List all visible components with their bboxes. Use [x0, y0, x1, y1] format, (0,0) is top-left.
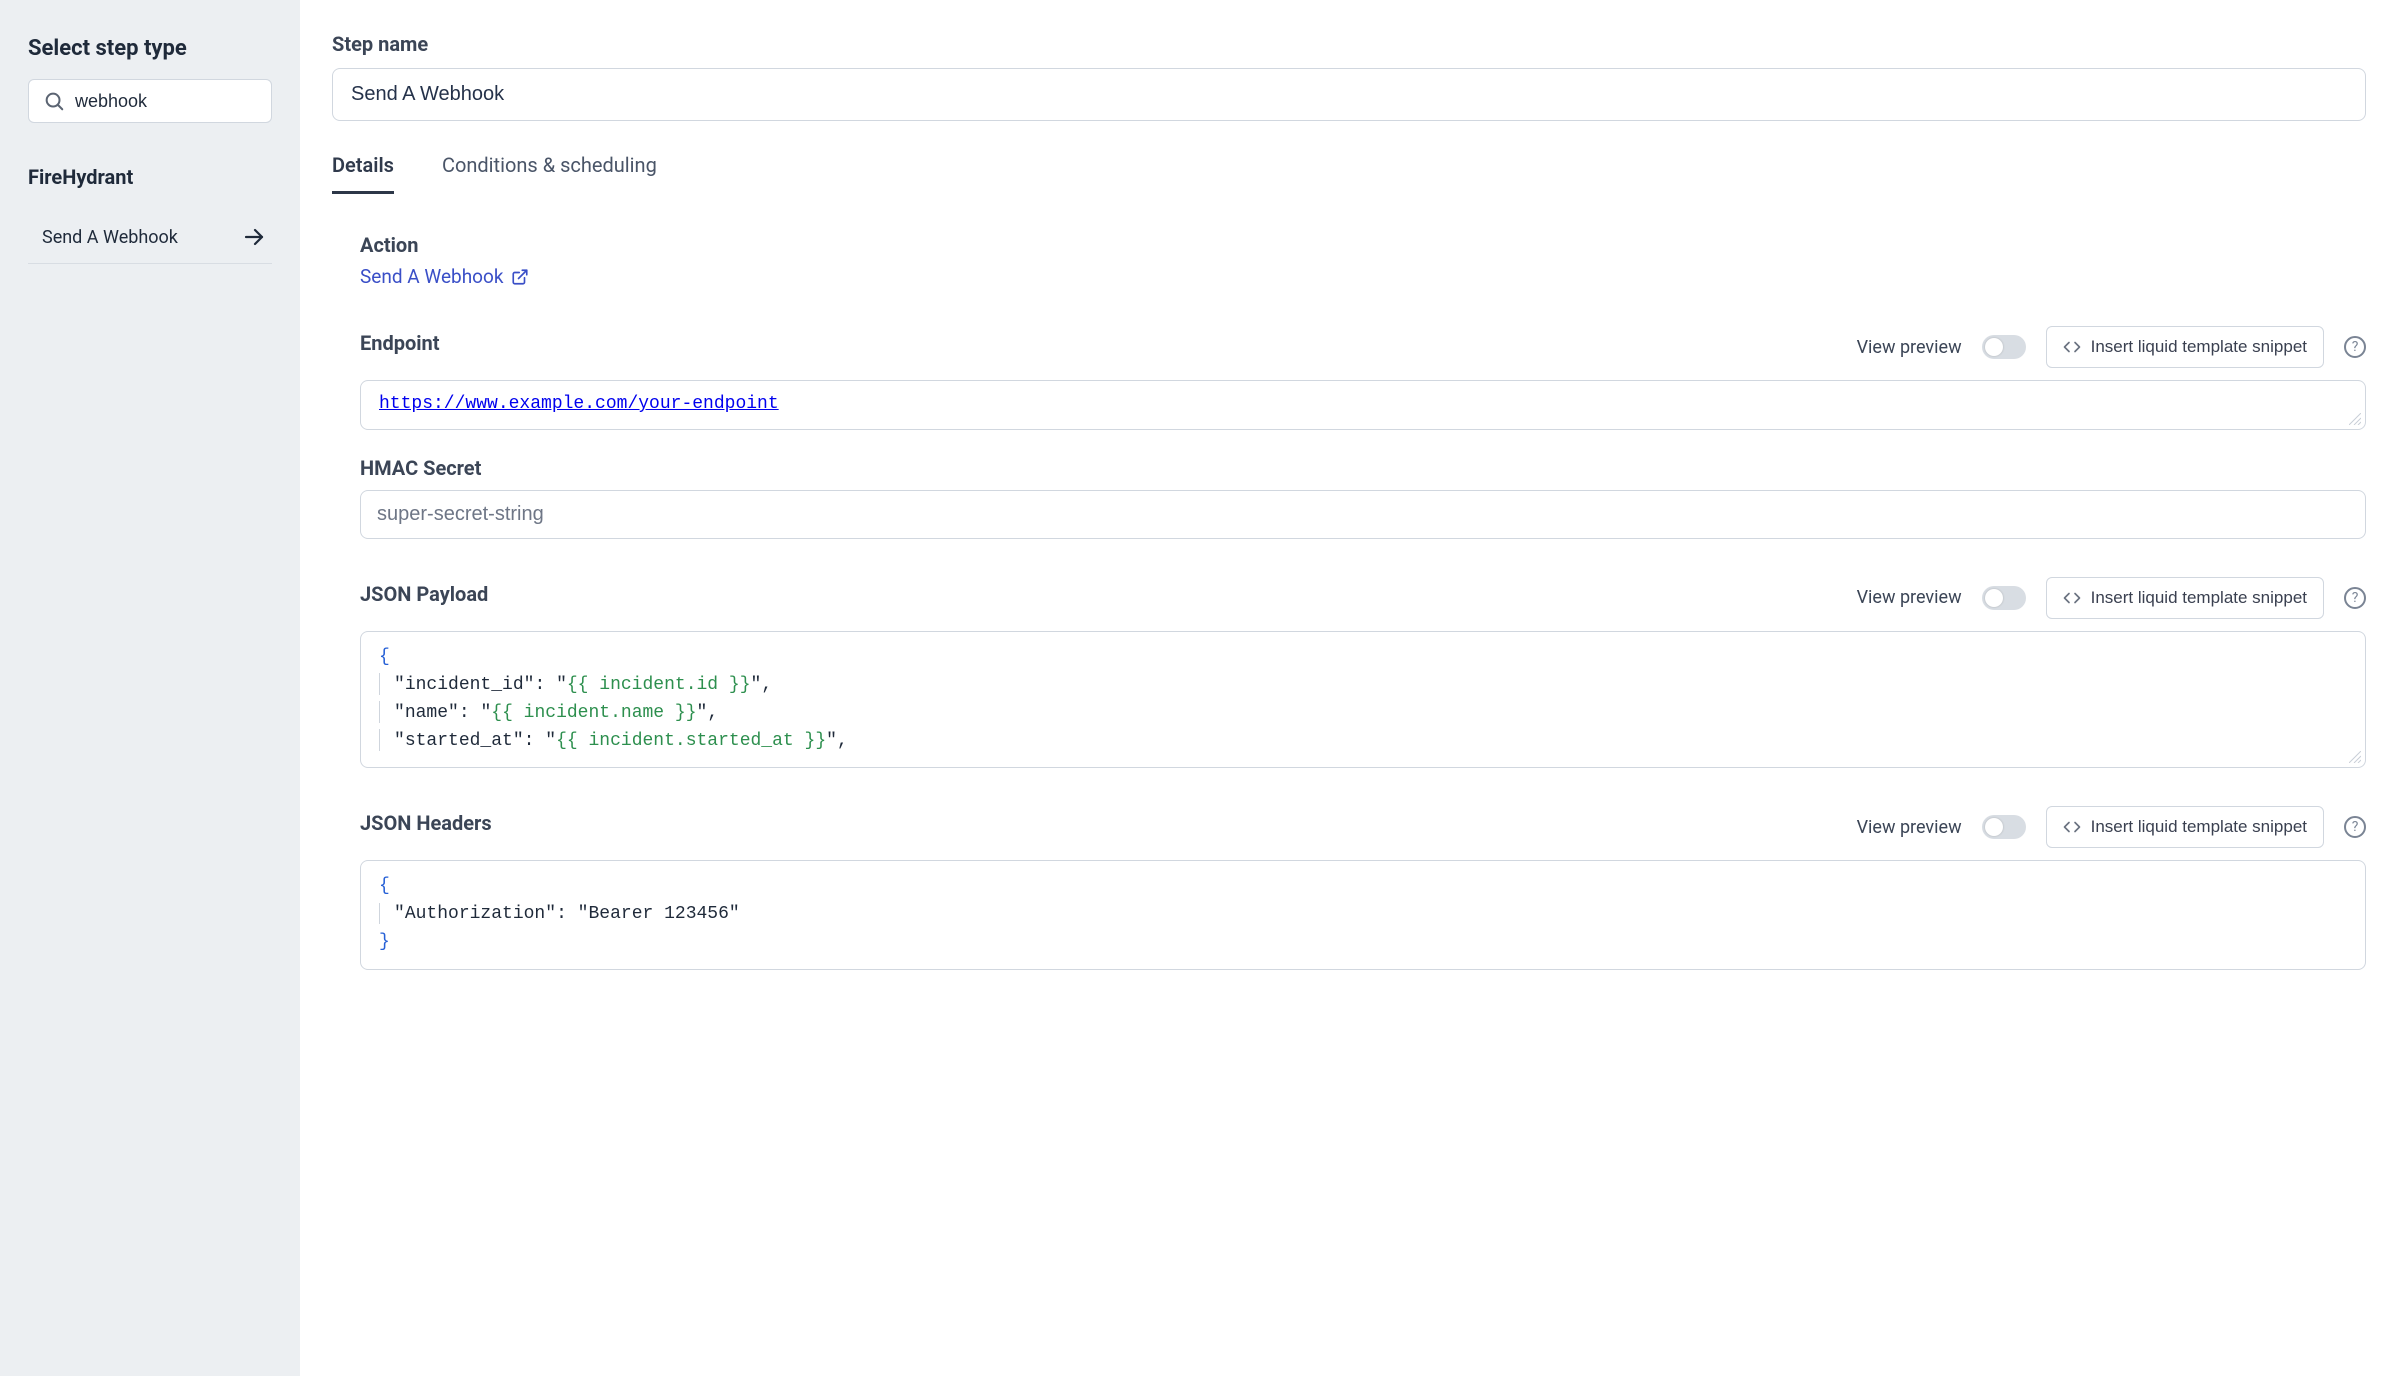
json-headers-insert-snippet-label: Insert liquid template snippet	[2091, 817, 2307, 837]
code-icon	[2063, 338, 2081, 356]
main-panel: Step name Details Conditions & schedulin…	[300, 0, 2394, 1376]
sidebar-item-send-webhook[interactable]: Send A Webhook	[28, 211, 272, 264]
json-payload-label: JSON Payload	[360, 582, 1839, 606]
json-payload-help-icon[interactable]: ?	[2344, 587, 2366, 609]
section-hmac-secret: HMAC Secret	[360, 456, 2366, 539]
section-endpoint: Endpoint View preview Insert liquid temp…	[360, 326, 2366, 430]
arrow-right-icon	[242, 225, 266, 249]
resize-handle-icon[interactable]	[2349, 751, 2361, 763]
json-payload-code[interactable]: { "incident_id": "{{ incident.id }}", "n…	[361, 632, 2365, 768]
search-input[interactable]	[75, 91, 257, 112]
json-headers-editor[interactable]: { "Authorization": "Bearer 123456" }	[360, 860, 2366, 970]
endpoint-label: Endpoint	[360, 331, 1839, 355]
endpoint-help-icon[interactable]: ?	[2344, 336, 2366, 358]
search-input-wrap[interactable]	[28, 79, 272, 123]
section-json-payload: JSON Payload View preview Insert liquid …	[360, 577, 2366, 769]
action-heading: Action	[360, 233, 2366, 257]
step-name-label: Step name	[332, 32, 2366, 56]
external-link-icon	[511, 268, 529, 286]
sidebar-item-label: Send A Webhook	[42, 227, 178, 248]
json-headers-view-preview-label: View preview	[1857, 817, 1962, 838]
tab-conditions-scheduling[interactable]: Conditions & scheduling	[442, 153, 657, 194]
endpoint-view-preview-toggle[interactable]	[1982, 335, 2026, 359]
json-headers-insert-snippet-button[interactable]: Insert liquid template snippet	[2046, 806, 2324, 848]
endpoint-insert-snippet-label: Insert liquid template snippet	[2091, 337, 2307, 357]
tabs: Details Conditions & scheduling	[332, 153, 2366, 195]
code-icon	[2063, 589, 2081, 607]
section-action: Action Send A Webhook	[360, 233, 2366, 288]
json-headers-code[interactable]: { "Authorization": "Bearer 123456" }	[361, 861, 2365, 969]
endpoint-input[interactable]: https://www.example.com/your-endpoint	[361, 381, 2365, 429]
action-link-label: Send A Webhook	[360, 265, 503, 288]
json-payload-insert-snippet-button[interactable]: Insert liquid template snippet	[2046, 577, 2324, 619]
endpoint-value-link[interactable]: https://www.example.com/your-endpoint	[379, 394, 779, 414]
sidebar-title: Select step type	[28, 36, 272, 61]
json-headers-help-icon[interactable]: ?	[2344, 816, 2366, 838]
code-icon	[2063, 818, 2081, 836]
sidebar: Select step type FireHydrant Send A Webh…	[0, 0, 300, 1376]
hmac-input-wrap[interactable]	[360, 490, 2366, 539]
action-link-send-webhook[interactable]: Send A Webhook	[360, 265, 529, 288]
sidebar-group-title: FireHydrant	[28, 165, 272, 189]
hmac-label: HMAC Secret	[360, 456, 2366, 480]
json-payload-editor[interactable]: { "incident_id": "{{ incident.id }}", "n…	[360, 631, 2366, 769]
json-headers-label: JSON Headers	[360, 811, 1839, 835]
endpoint-insert-snippet-button[interactable]: Insert liquid template snippet	[2046, 326, 2324, 368]
json-payload-view-preview-toggle[interactable]	[1982, 586, 2026, 610]
endpoint-input-wrap[interactable]: https://www.example.com/your-endpoint	[360, 380, 2366, 430]
endpoint-view-preview-label: View preview	[1857, 337, 1962, 358]
json-payload-view-preview-label: View preview	[1857, 587, 1962, 608]
json-headers-view-preview-toggle[interactable]	[1982, 815, 2026, 839]
resize-handle-icon[interactable]	[2349, 413, 2361, 425]
hmac-secret-input[interactable]	[377, 503, 2349, 526]
step-name-input[interactable]	[351, 83, 2347, 106]
step-name-input-wrap[interactable]	[332, 68, 2366, 121]
json-payload-insert-snippet-label: Insert liquid template snippet	[2091, 588, 2307, 608]
tab-details[interactable]: Details	[332, 153, 394, 194]
section-json-headers: JSON Headers View preview Insert liquid …	[360, 806, 2366, 970]
search-icon	[43, 90, 65, 112]
